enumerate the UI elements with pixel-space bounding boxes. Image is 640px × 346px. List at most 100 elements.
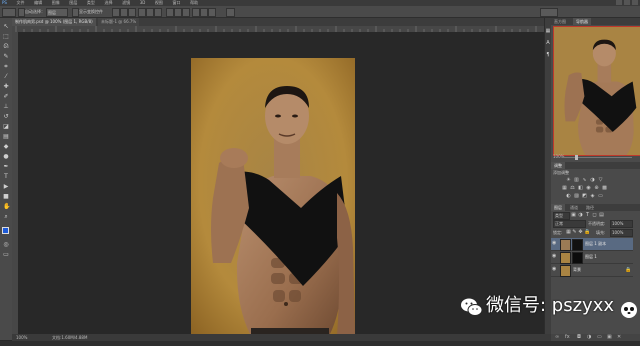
photo-filter-icon[interactable]: ◉ <box>586 186 591 191</box>
add-mask-icon[interactable]: ◘ <box>577 334 581 341</box>
tab-adjustments[interactable]: 调整 <box>551 162 565 169</box>
blur-tool-icon[interactable]: ◆ <box>3 144 9 150</box>
align-right-icon[interactable] <box>154 8 162 17</box>
filter-smart-object-icon[interactable]: ▤ <box>599 213 604 218</box>
align-center-icon[interactable] <box>146 8 154 17</box>
blend-mode-select[interactable]: 正常 <box>553 220 586 228</box>
lock-position-icon[interactable]: ✥ <box>578 230 583 235</box>
distribute-bottom-icon[interactable] <box>182 8 190 17</box>
tab-channels[interactable]: 通道 <box>567 204 581 211</box>
show-transform-checkbox[interactable] <box>72 8 79 17</box>
color-lookup-icon[interactable]: ▩ <box>602 186 607 191</box>
tab-layers[interactable]: 图层 <box>551 204 565 211</box>
layer-mask-thumbnail[interactable] <box>572 252 583 264</box>
link-layers-icon[interactable]: ∞ <box>555 334 559 341</box>
filter-adjustment-icon[interactable]: ◑ <box>578 213 583 218</box>
lasso-tool-icon[interactable]: ᘏ <box>3 44 9 50</box>
align-middle-icon[interactable] <box>120 8 128 17</box>
move-tool-icon[interactable]: ↖ <box>3 24 9 30</box>
new-adjustment-layer-icon[interactable]: ◑ <box>587 334 591 341</box>
marquee-tool-icon[interactable]: ⬚ <box>3 34 9 40</box>
minimize-icon[interactable] <box>616 0 622 5</box>
brush-tool-icon[interactable]: ✐ <box>3 94 9 100</box>
navigator-thumbnail[interactable] <box>553 26 640 156</box>
align-left-icon[interactable] <box>138 8 146 17</box>
lock-all-icon[interactable]: 🔒 <box>584 230 590 235</box>
dodge-tool-icon[interactable]: ● <box>3 154 9 160</box>
type-tool-icon[interactable]: T <box>3 174 9 180</box>
distribute-left-icon[interactable] <box>192 8 200 17</box>
layer-mask-thumbnail[interactable] <box>572 239 583 251</box>
hue-saturation-icon[interactable]: ▦ <box>562 186 567 191</box>
lock-transparency-icon[interactable]: ▦ <box>566 230 571 235</box>
color-balance-icon[interactable]: ⚖ <box>570 186 575 191</box>
auto-select-dropdown[interactable]: 图层 <box>46 8 68 17</box>
move-tool-preset-button[interactable] <box>2 8 16 17</box>
opacity-input[interactable]: 100% <box>610 220 633 228</box>
fill-input[interactable]: 100% <box>610 229 633 237</box>
clone-stamp-tool-icon[interactable]: ⊥ <box>3 104 9 110</box>
layer-kind-filter[interactable]: 类型 <box>553 212 570 220</box>
close-icon[interactable] <box>632 0 638 5</box>
delete-layer-icon[interactable]: ✕ <box>617 334 621 341</box>
lock-pixels-icon[interactable]: ✎ <box>572 230 577 235</box>
brightness-contrast-icon[interactable]: ☀ <box>566 178 571 183</box>
levels-icon[interactable]: ▥ <box>574 178 579 183</box>
document-image[interactable] <box>191 58 355 336</box>
filter-pixel-icon[interactable]: ▣ <box>571 213 576 218</box>
layer-visibility-eye-icon[interactable]: ◉ <box>552 267 557 272</box>
new-group-icon[interactable]: ▭ <box>597 334 602 341</box>
threshold-icon[interactable]: ◩ <box>582 194 587 199</box>
gradient-map-icon[interactable]: ▭ <box>598 194 603 199</box>
vibrance-icon[interactable]: ▽ <box>598 178 603 183</box>
black-white-icon[interactable]: ◧ <box>578 186 583 191</box>
eraser-tool-icon[interactable]: ◪ <box>3 124 9 130</box>
align-top-icon[interactable] <box>112 8 120 17</box>
layer-row-2[interactable]: ◉ 图层 1 <box>551 251 633 264</box>
posterize-icon[interactable]: ▨ <box>574 194 579 199</box>
distribute-right-icon[interactable] <box>208 8 216 17</box>
healing-brush-tool-icon[interactable]: ✚ <box>3 84 9 90</box>
distribute-center-icon[interactable] <box>200 8 208 17</box>
navigator-zoom-slider[interactable] <box>562 157 632 158</box>
zoom-level[interactable]: 100% <box>16 334 27 341</box>
distribute-top-icon[interactable] <box>166 8 174 17</box>
channel-mixer-icon[interactable]: ⊕ <box>594 186 599 191</box>
curves-icon[interactable]: ∿ <box>582 178 587 183</box>
workspace-switcher[interactable] <box>540 8 558 17</box>
3d-mode-icon[interactable] <box>226 8 235 17</box>
invert-icon[interactable]: ◐ <box>566 194 571 199</box>
screen-mode-icon[interactable]: ▭ <box>3 252 9 258</box>
tab-paths[interactable]: 路径 <box>583 204 597 211</box>
selective-color-icon[interactable]: ◈ <box>590 194 595 199</box>
layer-row-1[interactable]: ◉ 图层 1 副本 <box>551 238 633 251</box>
tab-histogram[interactable]: 直方图 <box>551 18 569 25</box>
quick-select-tool-icon[interactable]: ✎ <box>3 54 9 60</box>
eyedropper-tool-icon[interactable]: ⁄ <box>3 74 9 80</box>
navigator-zoom-knob[interactable] <box>575 155 578 160</box>
tab-navigator[interactable]: 导航器 <box>573 18 591 25</box>
history-brush-tool-icon[interactable]: ↺ <box>3 114 9 120</box>
align-bottom-icon[interactable] <box>128 8 136 17</box>
layer-visibility-eye-icon[interactable]: ◉ <box>552 241 557 246</box>
new-layer-icon[interactable]: ▣ <box>607 334 612 341</box>
document-tab-second[interactable]: 未标题-1 @ 66.7% <box>98 18 140 26</box>
filter-type-icon[interactable]: T <box>585 213 590 218</box>
zoom-tool-icon[interactable]: ⌕ <box>3 214 9 220</box>
pen-tool-icon[interactable]: ✒ <box>3 164 9 170</box>
crop-tool-icon[interactable]: ⌗ <box>3 64 9 70</box>
exposure-icon[interactable]: ◑ <box>590 178 595 183</box>
hand-tool-icon[interactable]: ✋ <box>3 204 10 210</box>
filter-shape-icon[interactable]: ◻ <box>592 213 597 218</box>
path-select-tool-icon[interactable]: ▶ <box>3 184 9 190</box>
foreground-color-swatch[interactable] <box>2 227 9 234</box>
document-tab-active[interactable]: 制作肌肉男.psd @ 100% (图层 1, RGB/8) <box>12 18 96 26</box>
gradient-tool-icon[interactable]: ▤ <box>3 134 9 140</box>
layer-style-icon[interactable]: fx <box>565 334 570 341</box>
layer-visibility-eye-icon[interactable]: ◉ <box>552 254 557 259</box>
maximize-icon[interactable] <box>624 0 630 5</box>
distribute-middle-icon[interactable] <box>174 8 182 17</box>
quick-mask-icon[interactable]: ◎ <box>3 242 9 248</box>
layer-row-3[interactable]: ◉ 背景 🔒 <box>551 264 633 277</box>
auto-select-checkbox[interactable] <box>18 8 25 17</box>
